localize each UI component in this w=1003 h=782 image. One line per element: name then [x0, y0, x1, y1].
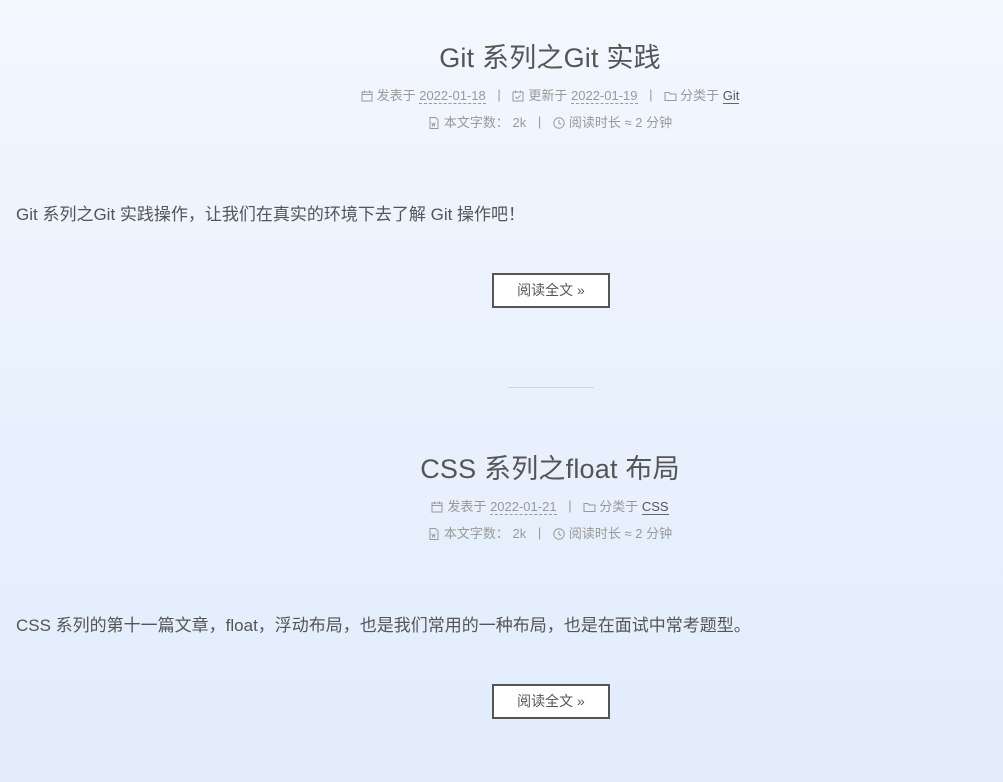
- category-label: 分类于: [599, 498, 639, 514]
- category-meta: 分类于 CSS: [583, 498, 669, 516]
- meta-separator: |: [537, 525, 542, 540]
- clock-icon: [553, 527, 565, 540]
- readtime-label: 阅读时长 ≈: [568, 525, 632, 541]
- wordcount-label: 本文字数：: [443, 114, 509, 130]
- post-excerpt: CSS 系列的第十一篇文章，float，浮动布局，也是我们常用的一种布局，也是在…: [16, 616, 751, 635]
- post-meta-dates: 发表于 2022-01-18 | 更新于 2022-01-19 | 分类于 Gi…: [100, 86, 1000, 105]
- published-meta: 发表于 2022-01-21: [431, 498, 557, 516]
- meta-separator: |: [568, 498, 572, 513]
- post-title[interactable]: CSS 系列之float 布局: [100, 451, 1000, 487]
- wordcount-value: 2k: [512, 525, 527, 541]
- wordcount-meta: 本文字数： 2k: [428, 114, 526, 132]
- calendar-check-icon: [512, 90, 524, 102]
- file-word-icon: [428, 527, 440, 540]
- meta-separator: |: [537, 114, 542, 129]
- published-date: 2022-01-21: [490, 498, 557, 515]
- updated-date: 2022-01-19: [571, 87, 638, 104]
- readtime-meta: 阅读时长 ≈ 2 分钟: [553, 114, 672, 132]
- file-word-icon: [428, 116, 440, 129]
- readtime-label: 阅读时长 ≈: [568, 114, 632, 130]
- read-more-button[interactable]: 阅读全文 »: [492, 273, 610, 308]
- read-more-button[interactable]: 阅读全文 »: [492, 684, 610, 719]
- published-date: 2022-01-18: [419, 87, 486, 104]
- category-link[interactable]: CSS: [641, 498, 669, 515]
- meta-separator: |: [649, 87, 653, 102]
- clock-icon: [553, 116, 565, 129]
- post-divider: [508, 387, 594, 388]
- wordcount-label: 本文字数：: [443, 525, 509, 541]
- category-meta: 分类于 Git: [664, 87, 740, 105]
- category-link[interactable]: Git: [722, 87, 740, 104]
- post-excerpt: Git 系列之Git 实践操作，让我们在真实的环境下去了解 Git 操作吧！: [16, 205, 526, 224]
- folder-icon: [583, 501, 596, 513]
- calendar-icon: [361, 90, 373, 102]
- post-meta-dates: 发表于 2022-01-21 | 分类于 CSS: [100, 497, 1000, 516]
- published-meta: 发表于 2022-01-18: [361, 87, 486, 105]
- category-label: 分类于: [680, 87, 720, 103]
- post-title[interactable]: Git 系列之Git 实践: [100, 40, 1000, 76]
- wordcount-meta: 本文字数： 2k: [428, 525, 526, 543]
- post-meta-stats: 本文字数： 2k | 阅读时长 ≈ 2 分钟: [100, 524, 1000, 543]
- folder-icon: [664, 90, 677, 102]
- readtime-meta: 阅读时长 ≈ 2 分钟: [553, 525, 672, 543]
- meta-separator: |: [497, 87, 501, 102]
- updated-label: 更新于: [528, 87, 568, 103]
- calendar-icon: [431, 501, 443, 513]
- published-label: 发表于: [376, 87, 416, 103]
- post-meta-stats: 本文字数： 2k | 阅读时长 ≈ 2 分钟: [100, 113, 1000, 132]
- updated-meta: 更新于 2022-01-19: [512, 87, 638, 105]
- readtime-value: 2 分钟: [635, 525, 673, 541]
- published-label: 发表于: [447, 498, 487, 514]
- wordcount-value: 2k: [512, 114, 527, 130]
- readtime-value: 2 分钟: [635, 114, 673, 130]
